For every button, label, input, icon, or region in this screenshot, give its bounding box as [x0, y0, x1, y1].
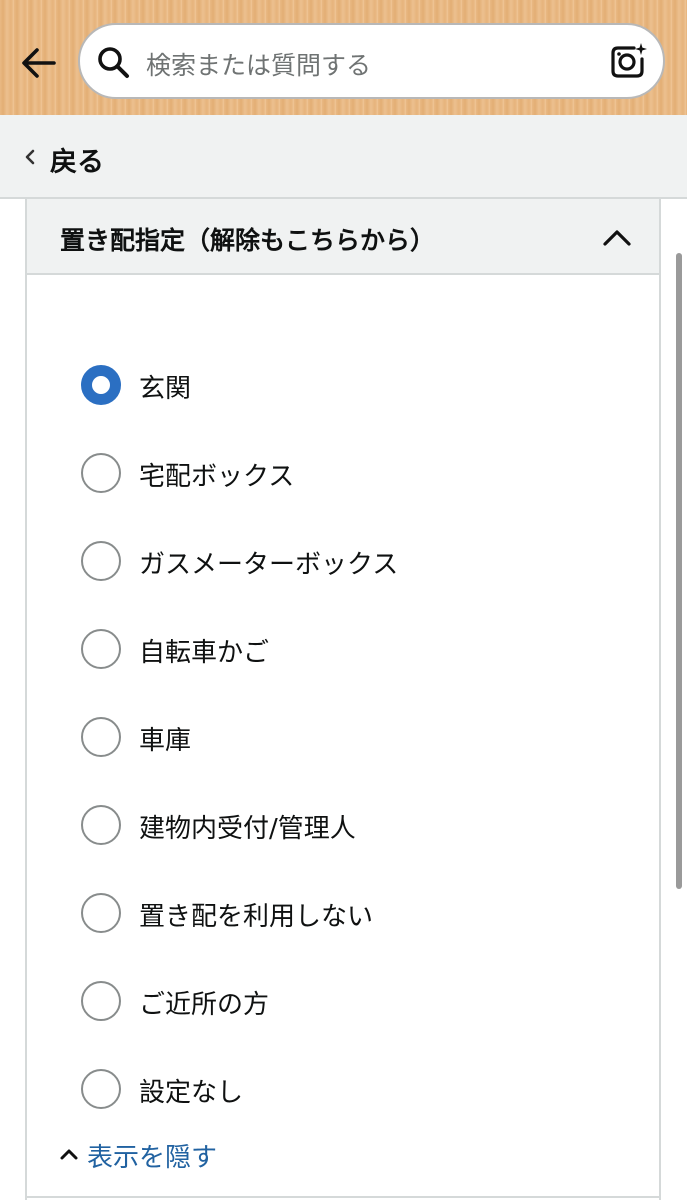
- search-icon: [98, 47, 129, 78]
- option-garage[interactable]: 車庫: [79, 715, 599, 759]
- section-header[interactable]: 置き配指定（解除もこちらから）: [27, 199, 659, 275]
- camera-search-icon[interactable]: [608, 41, 648, 81]
- radio-button[interactable]: [81, 365, 121, 405]
- radio-button[interactable]: [81, 805, 121, 845]
- delivery-options-panel: 置き配指定（解除もこちらから） 玄関 宅配ボックス ガスメーターボックス 自転車…: [25, 199, 661, 1200]
- option-label: 設定なし: [139, 1078, 244, 1108]
- option-delivery-box[interactable]: 宅配ボックス: [79, 451, 599, 495]
- radio-button[interactable]: [81, 981, 121, 1021]
- top-header: 検索または質問する: [0, 0, 687, 115]
- option-bicycle-basket[interactable]: 自転車かご: [79, 627, 599, 671]
- back-arrow-icon[interactable]: [18, 42, 60, 84]
- option-reception-manager[interactable]: 建物内受付/管理人: [79, 803, 599, 847]
- option-label: 建物内受付/管理人: [139, 814, 356, 844]
- option-label: 宅配ボックス: [139, 462, 295, 492]
- option-label: 車庫: [139, 726, 192, 756]
- radio-button[interactable]: [81, 717, 121, 757]
- search-placeholder[interactable]: 検索または質問する: [146, 46, 371, 82]
- back-bar[interactable]: 戻る: [0, 115, 687, 199]
- back-link[interactable]: 戻る: [50, 140, 104, 179]
- hide-options-label[interactable]: 表示を隠す: [87, 1137, 217, 1174]
- option-label: ガスメーターボックス: [139, 550, 399, 580]
- radio-button[interactable]: [81, 893, 121, 933]
- option-label: 置き配を利用しない: [139, 902, 374, 932]
- radio-button[interactable]: [81, 629, 121, 669]
- divider: [25, 1196, 661, 1198]
- option-gas-meter-box[interactable]: ガスメーターボックス: [79, 539, 599, 583]
- radio-button[interactable]: [81, 1069, 121, 1109]
- option-not-set[interactable]: 設定なし: [79, 1067, 599, 1111]
- scrollbar[interactable]: [676, 253, 682, 889]
- option-label: 玄関: [139, 374, 192, 404]
- section-title: 置き配指定（解除もこちらから）: [60, 226, 436, 255]
- option-neighbor[interactable]: ご近所の方: [79, 979, 599, 1023]
- chevron-left-icon: [25, 149, 35, 165]
- hide-options-link[interactable]: 表示を隠す: [59, 1137, 299, 1173]
- radio-button[interactable]: [81, 453, 121, 493]
- option-label: ご近所の方: [139, 990, 270, 1020]
- chevron-up-icon[interactable]: [601, 227, 633, 249]
- search-bar[interactable]: 検索または質問する: [78, 23, 665, 99]
- option-label: 自転車かご: [139, 638, 270, 668]
- radio-button[interactable]: [81, 541, 121, 581]
- chevron-up-small-icon: [60, 1149, 78, 1160]
- option-genkan[interactable]: 玄関: [79, 363, 599, 407]
- option-no-oki-hai[interactable]: 置き配を利用しない: [79, 891, 599, 935]
